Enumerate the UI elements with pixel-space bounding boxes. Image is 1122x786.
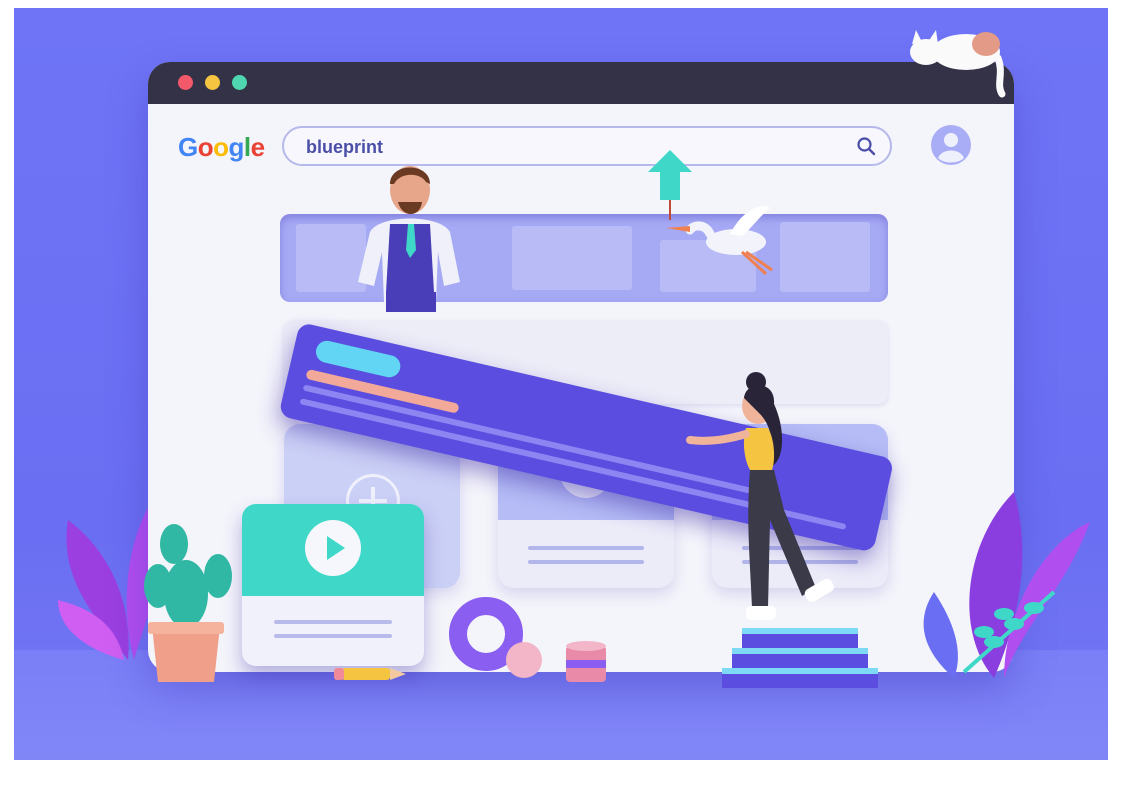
user-avatar-icon[interactable] bbox=[930, 124, 972, 166]
logo-letter: l bbox=[243, 132, 251, 162]
stork-bird bbox=[666, 206, 773, 276]
right-leaves-plant bbox=[923, 492, 1090, 678]
search-input[interactable] bbox=[304, 128, 828, 166]
pink-ball bbox=[506, 642, 542, 678]
video-text-line bbox=[274, 620, 392, 624]
video-text-line bbox=[274, 634, 392, 638]
card-text-line bbox=[528, 546, 644, 550]
sleeping-cat bbox=[910, 30, 1006, 98]
logo-letter: o bbox=[213, 132, 229, 162]
illustration-scene: Google bbox=[14, 8, 1108, 760]
maximize-window-dot[interactable] bbox=[232, 75, 247, 90]
search-icon[interactable] bbox=[856, 136, 876, 156]
pencil bbox=[334, 668, 406, 680]
stairs bbox=[722, 628, 878, 688]
man-figure bbox=[358, 166, 460, 312]
minimize-window-dot[interactable] bbox=[205, 75, 220, 90]
google-logo[interactable]: Google bbox=[178, 132, 265, 163]
cactus-pot bbox=[144, 524, 232, 682]
logo-letter: e bbox=[250, 132, 265, 162]
browser-titlebar bbox=[148, 62, 1014, 104]
card-text-line bbox=[528, 560, 644, 564]
video-card[interactable] bbox=[242, 504, 424, 666]
play-icon[interactable] bbox=[305, 520, 361, 576]
close-window-dot[interactable] bbox=[178, 75, 193, 90]
search-box[interactable] bbox=[282, 126, 892, 166]
logo-letter: o bbox=[197, 132, 214, 162]
logo-letter: G bbox=[178, 132, 198, 162]
logo-letter: g bbox=[228, 132, 245, 162]
cylinder-shape bbox=[566, 641, 606, 682]
woman-figure bbox=[686, 372, 835, 620]
